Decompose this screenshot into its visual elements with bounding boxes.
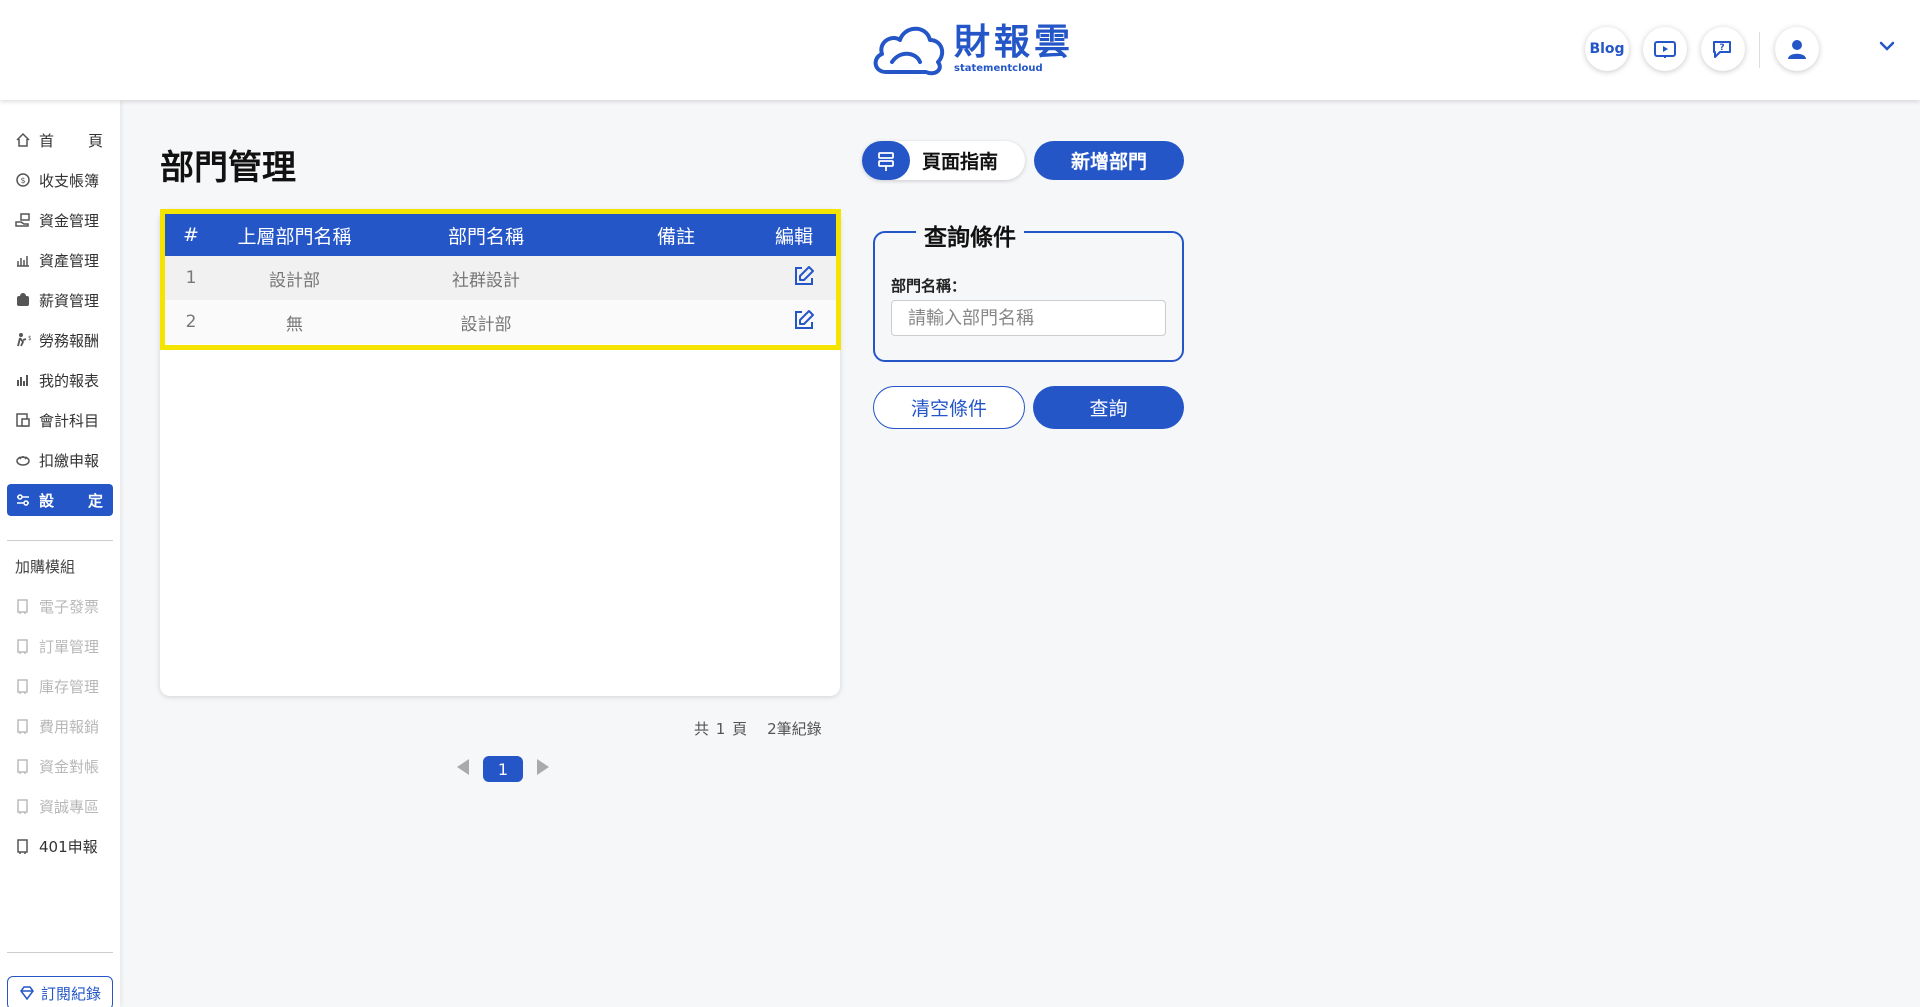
sidebar-item-label: 費用報銷 <box>39 717 100 736</box>
sidebar <box>0 100 120 1007</box>
chevron-down-icon <box>1879 41 1895 51</box>
cloud-logo-icon <box>873 26 945 76</box>
sidebar-addon-inventory[interactable]: 庫存管理 <box>7 670 113 702</box>
chat-question-icon: ? <box>1713 41 1731 58</box>
sidebar-addon-orders[interactable]: 訂單管理 <box>7 630 113 662</box>
addon-doc-icon <box>15 758 31 774</box>
page-title: 部門管理 <box>160 148 296 188</box>
brand-logo[interactable]: 財報雲 statementcloud <box>870 22 1074 76</box>
svg-text:$: $ <box>28 335 31 342</box>
coin-icon: $ <box>15 172 31 188</box>
brand-text: 財報雲 statementcloud <box>954 23 1074 75</box>
worker-icon: $ <box>15 332 31 348</box>
home-icon <box>15 132 31 148</box>
sidebar-item-label: 勞務報酬 <box>39 331 100 350</box>
total-records-text: 2筆紀錄 <box>767 720 822 738</box>
top-header: 財報雲 statementcloud Blog ? <box>0 0 1920 100</box>
cash-hand-icon <box>15 212 31 228</box>
sidebar-item-label: 首頁 <box>39 131 103 150</box>
sidebar-item-label: 我的報表 <box>39 371 100 390</box>
blog-button[interactable]: Blog <box>1585 27 1629 71</box>
addon-doc-icon <box>15 678 31 694</box>
addon-doc-icon <box>15 798 31 814</box>
query-panel-title: 查詢條件 <box>916 218 1024 252</box>
signpost-icon <box>862 141 910 180</box>
sidebar-item-ledger[interactable]: $ 收支帳簿 <box>7 164 113 196</box>
sidebar-item-label: 收支帳簿 <box>39 171 100 190</box>
sidebar-item-settings[interactable]: 設定 <box>7 484 113 516</box>
subscription-label: 訂閱紀錄 <box>40 984 101 1003</box>
header-divider <box>1759 32 1760 68</box>
sidebar-addon-expenses[interactable]: 費用報銷 <box>7 710 113 742</box>
sidebar-item-label: 扣繳申報 <box>39 451 100 470</box>
sidebar-item-labor[interactable]: $ 勞務報酬 <box>7 324 113 356</box>
brand-name: 財報雲 <box>954 22 1075 63</box>
prev-page-button[interactable] <box>455 757 471 781</box>
sidebar-addon-pwc[interactable]: 資誠專區 <box>7 790 113 822</box>
sidebar-item-assets[interactable]: 資產管理 <box>7 244 113 276</box>
next-page-button[interactable] <box>535 757 551 781</box>
department-name-input[interactable] <box>891 300 1166 336</box>
sidebar-addon-einvoice[interactable]: 電子發票 <box>7 590 113 622</box>
sidebar-item-label: 會計科目 <box>39 411 100 430</box>
sidebar-item-label: 訂單管理 <box>39 637 100 656</box>
bar-chart-icon <box>15 372 31 388</box>
caret-right-icon <box>537 759 549 775</box>
sidebar-addon-reconcile[interactable]: 資金對帳 <box>7 750 113 782</box>
addon-doc-icon <box>15 718 31 734</box>
piggy-icon <box>15 452 31 468</box>
table-highlight <box>160 209 841 350</box>
addon-doc-icon <box>15 838 31 854</box>
sidebar-item-label: 庫存管理 <box>39 677 100 696</box>
sidebar-item-label: 資產管理 <box>39 251 100 270</box>
chart-building-icon <box>15 252 31 268</box>
search-button[interactable]: 查詢 <box>1033 386 1184 429</box>
sidebar-divider <box>7 540 113 541</box>
account-dropdown-toggle[interactable] <box>1878 38 1896 57</box>
sidebar-item-label: 資金管理 <box>39 211 100 230</box>
brand-subtitle: statementcloud <box>954 63 1043 74</box>
total-pages-text: 共 1 頁 <box>694 720 748 738</box>
sidebar-divider <box>7 952 113 953</box>
diamond-icon <box>20 986 34 1000</box>
sidebar-item-label: 薪資管理 <box>39 291 100 310</box>
addon-doc-icon <box>15 638 31 654</box>
sidebar-item-funds[interactable]: 資金管理 <box>7 204 113 236</box>
sidebar-item-label: 電子發票 <box>39 597 100 616</box>
page-number-current[interactable]: 1 <box>483 756 523 782</box>
sidebar-item-label: 設定 <box>39 491 103 510</box>
video-guide-button[interactable] <box>1643 27 1687 71</box>
blog-label: Blog <box>1589 41 1625 57</box>
clear-conditions-button[interactable]: 清空條件 <box>873 386 1025 429</box>
page-guide-label: 頁面指南 <box>922 151 999 173</box>
sliders-icon <box>15 492 31 508</box>
user-icon <box>1788 40 1806 59</box>
svg-text:?: ? <box>1719 43 1724 53</box>
ledger-icon <box>15 412 31 428</box>
support-button[interactable]: ? <box>1701 27 1745 71</box>
wallet-icon <box>15 292 31 308</box>
sidebar-item-accounts[interactable]: 會計科目 <box>7 404 113 436</box>
add-department-button[interactable]: 新增部門 <box>1034 141 1184 180</box>
sidebar-item-withholding[interactable]: 扣繳申報 <box>7 444 113 476</box>
sidebar-item-label: 資金對帳 <box>39 757 100 776</box>
sidebar-item-label: 資誠專區 <box>39 797 100 816</box>
svg-text:$: $ <box>20 176 25 185</box>
caret-left-icon <box>457 759 469 775</box>
addon-doc-icon <box>15 598 31 614</box>
pagination: 1 <box>455 756 551 782</box>
sidebar-addon-401[interactable]: 401申報 <box>7 830 113 862</box>
department-name-label: 部門名稱： <box>891 277 967 295</box>
sidebar-item-home[interactable]: 首頁 <box>7 124 113 156</box>
pagination-info: 共 1 頁 2筆紀錄 <box>694 718 822 739</box>
sidebar-item-reports[interactable]: 我的報表 <box>7 364 113 396</box>
sidebar-item-label: 401申報 <box>39 837 98 856</box>
sidebar-item-payroll[interactable]: 薪資管理 <box>7 284 113 316</box>
video-book-icon <box>1654 41 1676 58</box>
user-avatar-button[interactable] <box>1775 27 1819 71</box>
subscription-record-button[interactable]: 訂閱紀錄 <box>7 976 113 1007</box>
addon-heading: 加購模組 <box>15 558 76 576</box>
page-guide-button[interactable]: 頁面指南 <box>862 141 1025 180</box>
